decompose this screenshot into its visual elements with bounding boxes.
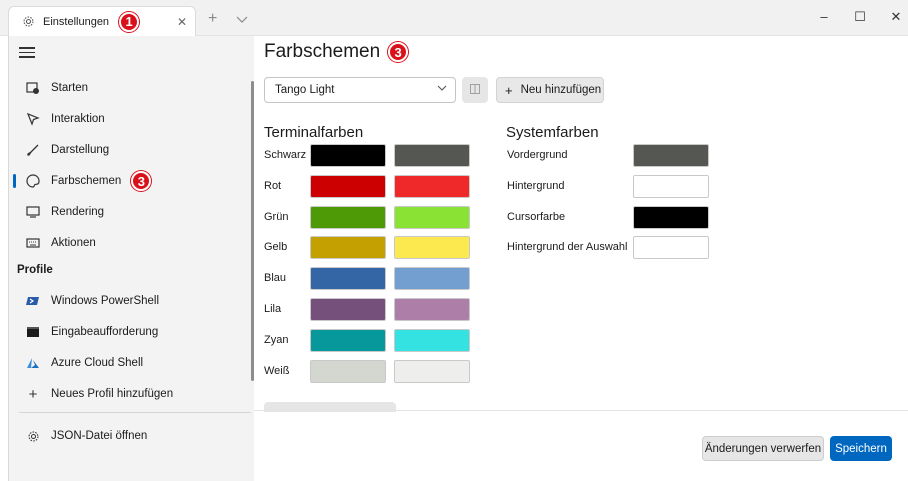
color-swatch-normal[interactable] [310, 236, 386, 259]
color-swatch-bright[interactable] [394, 206, 470, 229]
title-bar: Einstellungen 1 ✕ + – ☐ ✕ [0, 0, 908, 36]
system-color-swatch[interactable] [633, 175, 709, 198]
azure-icon [25, 355, 41, 371]
color-label: Grün [264, 211, 289, 223]
sidebar-item-label: Rendering [51, 206, 105, 218]
keyboard-icon [25, 235, 41, 251]
color-scheme-select-value: Tango Light [275, 84, 335, 96]
powershell-icon [25, 293, 41, 309]
maximize-button[interactable]: ☐ [850, 9, 870, 25]
close-icon[interactable]: ✕ [177, 15, 187, 29]
color-swatch-bright[interactable] [394, 267, 470, 290]
page-title: Farbschemen 3 [264, 41, 409, 63]
gear-icon [21, 15, 35, 29]
system-color-swatch[interactable] [633, 206, 709, 229]
color-swatch-normal[interactable] [310, 298, 386, 321]
save-button[interactable]: Speichern [830, 436, 892, 461]
section-heading-profile: Profile [17, 264, 53, 276]
color-label: Zyan [264, 334, 289, 346]
system-colors-heading: Systemfarben [506, 124, 599, 141]
color-swatch-normal[interactable] [310, 175, 386, 198]
color-swatch-bright[interactable] [394, 360, 470, 383]
sidebar-item-farbschemen[interactable]: Farbschemen 3 [13, 167, 249, 195]
hamburger-menu-icon[interactable] [19, 44, 35, 58]
system-color-swatch[interactable] [633, 236, 709, 259]
sidebar-item-label: Farbschemen [51, 175, 122, 187]
add-scheme-button[interactable]: + Neu hinzufügen [496, 77, 604, 103]
sidebar-item-label: Interaktion [51, 113, 105, 125]
color-swatch-normal[interactable] [310, 144, 386, 167]
sidebar-item-starten[interactable]: Starten [17, 74, 249, 102]
interaction-icon [25, 111, 41, 127]
sidebar-item-eingabeaufforderung[interactable]: Eingabeaufforderung [17, 318, 249, 346]
footer-divider [254, 410, 908, 411]
sidebar-item-label: Darstellung [51, 144, 110, 156]
annotation-badge: 1 [119, 11, 140, 32]
sidebar-item-rendering[interactable]: Rendering [17, 198, 249, 226]
plus-icon: + [505, 82, 513, 98]
page-title-text: Farbschemen [264, 41, 381, 62]
color-swatch-normal[interactable] [310, 329, 386, 352]
color-swatch-bright[interactable] [394, 144, 470, 167]
color-swatch-bright[interactable] [394, 298, 470, 321]
sidebar-item-label: Windows PowerShell [51, 295, 160, 307]
sidebar-divider [19, 412, 251, 413]
plus-icon: + [28, 385, 38, 403]
startup-icon [25, 80, 41, 96]
system-color-label: Hintergrund der Auswahl [507, 241, 628, 253]
color-label: Schwarz [264, 149, 307, 161]
color-label: Rot [264, 180, 282, 192]
main-panel: Farbschemen 3 Tango Light + Neu hinzufüg… [254, 36, 908, 481]
cmd-icon [25, 324, 41, 340]
copy-icon [469, 83, 481, 98]
color-swatch-normal[interactable] [310, 360, 386, 383]
sidebar-item-label: Eingabeaufforderung [51, 326, 159, 338]
color-label: Blau [264, 272, 287, 284]
tab-settings[interactable]: Einstellungen 1 ✕ [8, 6, 196, 36]
sidebar-item-aktionen[interactable]: Aktionen [17, 229, 249, 257]
chevron-down-icon[interactable] [236, 11, 248, 29]
tab-title: Einstellungen [43, 15, 110, 28]
terminal-colors-heading: Terminalfarben [264, 124, 364, 141]
sidebar-item-interaktion[interactable]: Interaktion [17, 105, 249, 133]
sidebar-item-label: Aktionen [51, 237, 96, 249]
system-color-swatch[interactable] [633, 144, 709, 167]
close-window-button[interactable]: ✕ [886, 9, 906, 25]
color-swatch-normal[interactable] [310, 206, 386, 229]
color-swatch-bright[interactable] [394, 329, 470, 352]
color-swatch-bright[interactable] [394, 175, 470, 198]
plus-icon[interactable]: + [208, 10, 217, 28]
duplicate-scheme-button[interactable] [462, 77, 488, 103]
sidebar: Starten Interaktion Darstellung Farbsche… [8, 36, 254, 481]
minimize-button[interactable]: – [814, 9, 834, 24]
system-color-label: Cursorfarbe [507, 211, 566, 223]
color-label: Lila [264, 303, 282, 315]
discard-changes-button[interactable]: Änderungen verwerfen [702, 436, 824, 461]
gear-icon [25, 428, 41, 444]
palette-icon [25, 173, 41, 189]
sidebar-item-json[interactable]: JSON-Datei öffnen [17, 422, 249, 450]
system-color-label: Vordergrund [507, 149, 568, 161]
color-label: Weiß [264, 365, 290, 377]
annotation-badge: 3 [131, 171, 152, 191]
color-label: Gelb [264, 241, 288, 253]
monitor-icon [25, 204, 41, 220]
color-scheme-select[interactable]: Tango Light [264, 77, 456, 103]
color-swatch-normal[interactable] [310, 267, 386, 290]
chevron-down-icon [437, 84, 447, 95]
sidebar-item-label: JSON-Datei öffnen [51, 430, 148, 442]
brush-icon [25, 142, 41, 158]
system-color-label: Hintergrund [507, 180, 565, 192]
sidebar-item-windows-powershell[interactable]: Windows PowerShell [17, 287, 249, 315]
sidebar-item-label: Starten [51, 82, 89, 94]
sidebar-item-add-profile[interactable]: + Neues Profil hinzufügen [17, 380, 249, 408]
annotation-badge: 3 [388, 42, 409, 62]
sidebar-item-label: Neues Profil hinzufügen [51, 388, 174, 400]
sidebar-item-label: Azure Cloud Shell [51, 357, 144, 369]
sidebar-item-darstellung[interactable]: Darstellung [17, 136, 249, 164]
sidebar-item-azure-cloud-shell[interactable]: Azure Cloud Shell [17, 349, 249, 377]
color-swatch-bright[interactable] [394, 236, 470, 259]
add-scheme-label: Neu hinzufügen [520, 84, 602, 96]
